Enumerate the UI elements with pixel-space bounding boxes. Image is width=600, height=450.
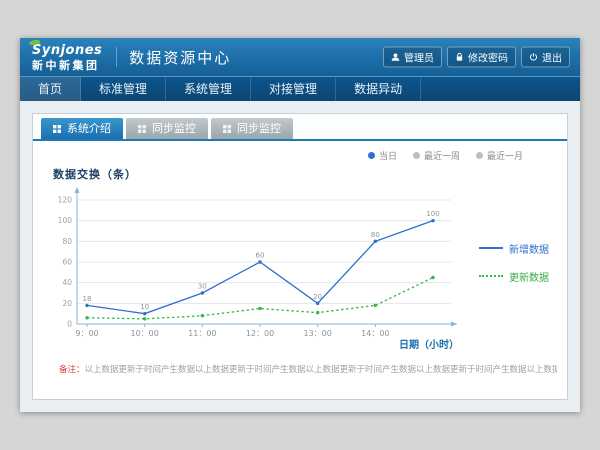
svg-text:0: 0	[67, 320, 72, 329]
tab-bar: 系统介绍 同步监控 同步监控	[33, 114, 567, 141]
nav-item-docking-mgmt[interactable]: 对接管理	[251, 77, 336, 101]
svg-text:60: 60	[62, 258, 72, 267]
filter-label: 最近一周	[424, 149, 460, 162]
svg-text:9：00: 9：00	[75, 329, 98, 338]
admin-user-label: 管理员	[404, 50, 434, 65]
filter-last-week[interactable]: 最近一周	[413, 149, 460, 162]
svg-text:30: 30	[198, 283, 207, 291]
chart-section: 当日 最近一周 最近一月 数据交换（条） 0 20 40 60 80 100 120 9：00…	[33, 141, 567, 399]
content-area: 系统介绍 同步监控 同步监控 当日	[20, 101, 580, 412]
lock-icon	[455, 53, 464, 62]
logo-primary: Synjones	[32, 44, 102, 57]
tab-sync-monitor-2[interactable]: 同步监控	[211, 118, 293, 139]
svg-text:11：00: 11：00	[188, 329, 216, 338]
svg-text:10：00: 10：00	[130, 329, 158, 338]
page-title: 数据资源中心	[129, 47, 231, 68]
header-actions: 管理员 修改密码 退出	[383, 47, 570, 68]
svg-text:20: 20	[62, 299, 72, 308]
line-chart: 0 20 40 60 80 100 120 9：00 10：00 11：00 12：00 13：00 1…	[43, 182, 475, 350]
svg-text:12：00: 12：00	[246, 329, 274, 338]
y-axis-title: 数据交换（条）	[53, 166, 557, 182]
legend-label: 新增数据	[509, 241, 549, 256]
app-window: Synjones 新中新集团 数据资源中心 管理员 修改密码 退出 首页 标准管…	[20, 38, 580, 412]
footnote-text: 以上数据更新于时间产生数据以上数据更新于时间产生数据以上数据更新于时间产生数据以…	[85, 365, 557, 375]
legend-update-data[interactable]: 更新数据	[479, 269, 549, 284]
user-icon	[391, 53, 400, 62]
series-legend: 新增数据 更新数据	[479, 241, 549, 284]
main-nav: 首页 标准管理 系统管理 对接管理 数据异动	[20, 76, 580, 101]
legend-label: 更新数据	[509, 269, 549, 284]
divider	[116, 47, 117, 67]
filter-today[interactable]: 当日	[368, 149, 397, 162]
admin-user-button[interactable]: 管理员	[383, 47, 442, 68]
svg-text:100: 100	[58, 216, 73, 225]
filter-last-month[interactable]: 最近一月	[476, 149, 523, 162]
svg-text:20: 20	[313, 293, 322, 301]
svg-text:120: 120	[58, 196, 73, 205]
svg-text:14：00: 14：00	[361, 329, 389, 338]
footnote: 备注：以上数据更新于时间产生数据以上数据更新于时间产生数据以上数据更新于时间产生…	[43, 363, 557, 375]
change-password-button[interactable]: 修改密码	[447, 47, 516, 68]
logout-label: 退出	[542, 50, 562, 65]
radio-dot-icon	[413, 152, 420, 159]
svg-text:80: 80	[62, 237, 72, 246]
svg-text:日期（小时）: 日期（小时）	[399, 338, 459, 350]
power-icon	[529, 53, 538, 62]
tab-sync-monitor-1[interactable]: 同步监控	[126, 118, 208, 139]
svg-text:13：00: 13：00	[303, 329, 331, 338]
svg-text:100: 100	[426, 210, 439, 218]
grid-icon	[138, 125, 146, 133]
svg-text:60: 60	[256, 252, 265, 260]
filter-label: 最近一月	[487, 149, 523, 162]
tab-system-intro[interactable]: 系统介绍	[41, 118, 123, 139]
app-header: Synjones 新中新集团 数据资源中心 管理员 修改密码 退出	[20, 38, 580, 76]
nav-item-standard-mgmt[interactable]: 标准管理	[81, 77, 166, 101]
nav-item-system-mgmt[interactable]: 系统管理	[166, 77, 251, 101]
tab-label: 同步监控	[152, 118, 196, 139]
dotted-line-icon	[479, 275, 503, 277]
nav-item-home[interactable]: 首页	[20, 77, 81, 101]
logo-secondary: 新中新集团	[32, 60, 102, 71]
change-password-label: 修改密码	[468, 50, 508, 65]
logout-button[interactable]: 退出	[521, 47, 570, 68]
radio-dot-icon	[368, 152, 375, 159]
radio-dot-icon	[476, 152, 483, 159]
solid-line-icon	[479, 247, 503, 249]
svg-text:18: 18	[83, 295, 92, 303]
svg-text:10: 10	[140, 303, 149, 311]
logo: Synjones 新中新集团	[32, 44, 102, 71]
filter-label: 当日	[379, 149, 397, 162]
chart-row: 0 20 40 60 80 100 120 9：00 10：00 11：00 12：00 13：00 1…	[43, 182, 557, 350]
nav-item-data-change[interactable]: 数据异动	[336, 77, 421, 101]
tab-label: 同步监控	[237, 118, 281, 139]
grid-icon	[223, 125, 231, 133]
footnote-label: 备注：	[59, 365, 85, 375]
svg-text:40: 40	[62, 278, 72, 287]
svg-text:80: 80	[371, 231, 380, 239]
period-filter: 当日 最近一周 最近一月	[43, 149, 523, 162]
grid-icon	[53, 125, 61, 133]
main-panel: 系统介绍 同步监控 同步监控 当日	[32, 113, 568, 400]
tab-label: 系统介绍	[67, 118, 111, 139]
legend-new-data[interactable]: 新增数据	[479, 241, 549, 256]
